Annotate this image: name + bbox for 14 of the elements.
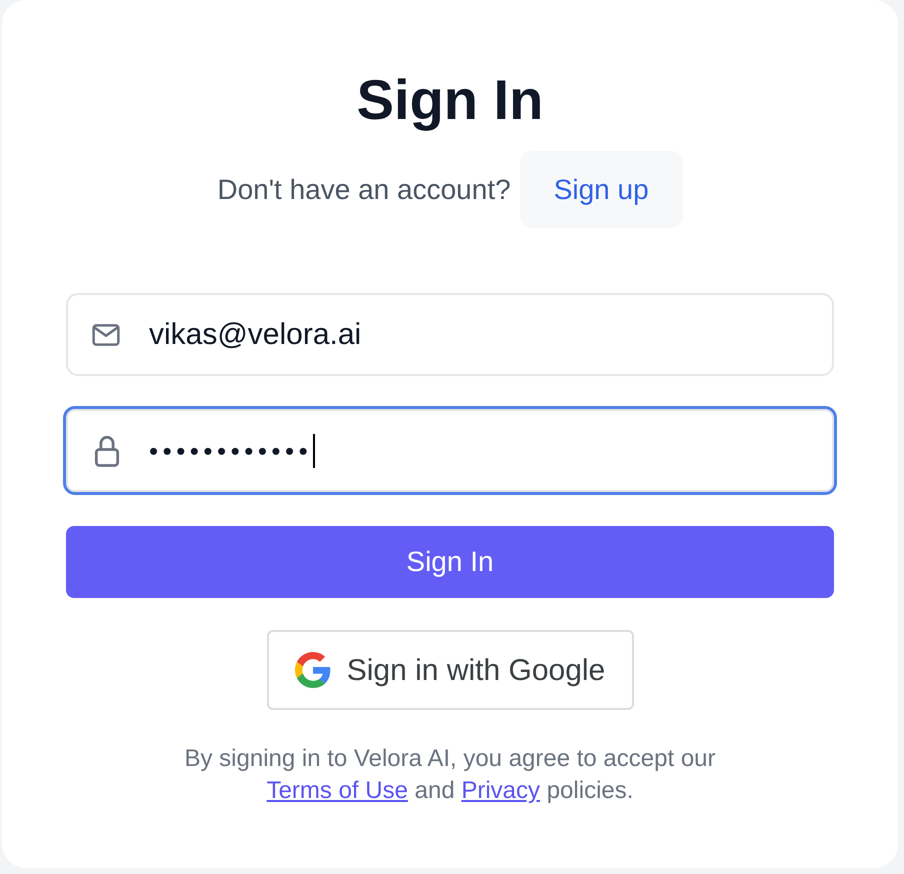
text-cursor-icon bbox=[313, 434, 316, 468]
signup-prompt: Don't have an account? bbox=[217, 172, 511, 206]
google-sign-in-button[interactable]: Sign in with Google bbox=[266, 630, 634, 710]
policy-link[interactable]: Privacy bbox=[461, 777, 540, 804]
legal-notice: By signing in to Velora AI, you agree to accept our Terms of Use and Privacy policies. bbox=[184, 744, 716, 806]
password-field[interactable]: •••••••••••• bbox=[63, 406, 837, 495]
page-title: Sign In bbox=[356, 70, 544, 130]
sign-up-button[interactable]: Sign up bbox=[520, 151, 683, 228]
google-logo-icon bbox=[294, 652, 331, 688]
mail-icon bbox=[92, 324, 120, 346]
policy-link[interactable]: Terms of Use bbox=[266, 777, 408, 804]
lock-icon bbox=[94, 434, 120, 466]
email-field[interactable]: vikas@velora.ai bbox=[66, 293, 834, 376]
sign-in-button[interactable]: Sign In bbox=[66, 526, 834, 598]
